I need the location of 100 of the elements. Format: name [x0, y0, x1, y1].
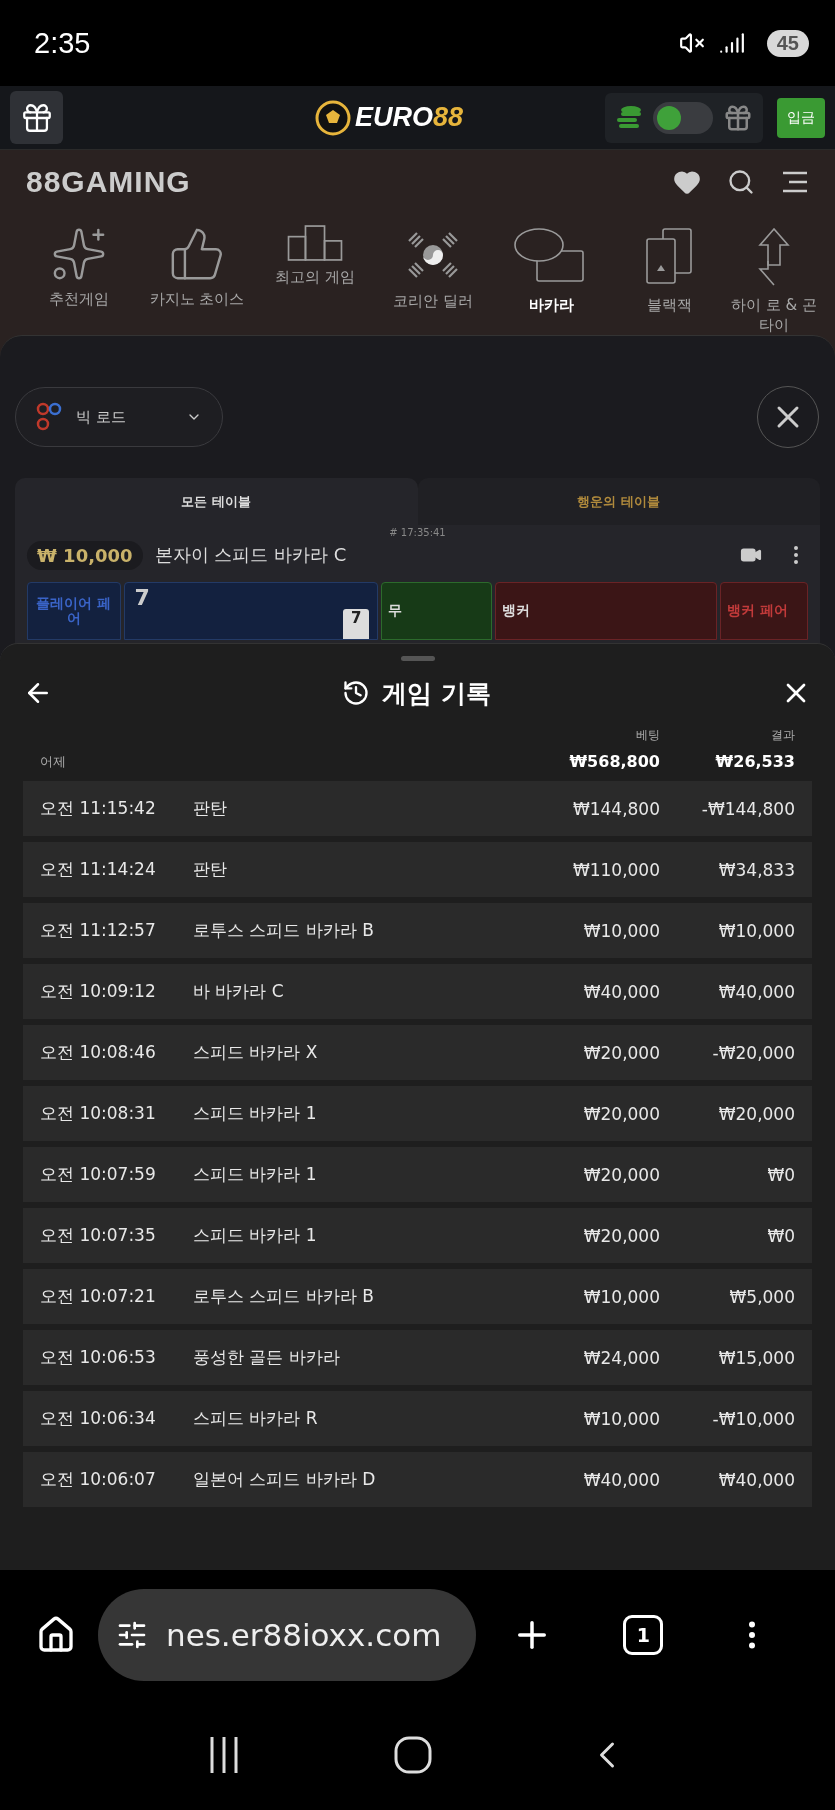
bet-amount: ₩10,000: [582, 920, 660, 941]
game-name: 스피드 바카라 1: [193, 1224, 318, 1247]
history-row[interactable]: 오전 10:06:53 풍성한 골든 바카라 ₩24,000 ₩15,000: [23, 1330, 812, 1385]
gift-button[interactable]: [10, 91, 63, 144]
game-name: 바 바카라 C: [193, 980, 285, 1003]
result-amount: -₩10,000: [711, 1408, 795, 1429]
time-text: 오전 11:15:42: [40, 797, 157, 820]
player-area[interactable]: 7 7: [123, 582, 379, 640]
bet-amount: ₩20,000: [582, 1225, 660, 1246]
history-row[interactable]: 오전 10:06:07 일본어 스피드 바카라 D ₩40,000 ₩40,000: [23, 1452, 812, 1507]
game-name: 스피드 바카라 X: [193, 1041, 319, 1064]
time-text: 오전 10:08:46: [40, 1041, 157, 1064]
coins-icon: [615, 104, 643, 131]
history-row[interactable]: 오전 10:08:31 스피드 바카라 1 ₩20,000 ₩20,000: [23, 1086, 812, 1141]
category-tab[interactable]: 하이 로 & 곤타이: [728, 294, 820, 335]
category-tab[interactable]: 최고의 게임: [275, 266, 355, 287]
logo-text: 88: [433, 102, 464, 133]
history-row[interactable]: 오전 11:12:57 로투스 스피드 바카라 B ₩10,000 ₩10,000: [23, 903, 812, 958]
game-name: 스피드 바카라 1: [193, 1163, 318, 1186]
address-bar[interactable]: nes.er88ioxx.com: [98, 1589, 476, 1681]
game-name: 풍성한 골든 바카라: [193, 1346, 341, 1369]
table-name: 본자이 스피드 바카라 C: [154, 543, 347, 567]
menu-icon[interactable]: [781, 170, 809, 195]
time-text: 오전 11:12:57: [40, 919, 157, 942]
playing-card: 7: [343, 609, 370, 639]
home-icon[interactable]: [394, 1736, 433, 1774]
result-amount: ₩0: [766, 1164, 795, 1185]
game-name: 판탄: [193, 797, 228, 820]
bet-amount: ₩144,800: [571, 798, 660, 819]
game-name: 로투스 스피드 바카라 B: [193, 919, 375, 942]
history-row[interactable]: 오전 11:15:42 판탄 ₩144,800 -₩144,800: [23, 781, 812, 836]
category-tab[interactable]: 바카라: [528, 294, 574, 315]
bet-amount: ₩20,000: [582, 1164, 660, 1185]
category-tab[interactable]: 블랙잭: [646, 294, 692, 315]
sheet-title: 게임 기록: [382, 677, 491, 710]
logo-text: EURO: [354, 102, 433, 133]
category-tab[interactable]: 추천게임: [49, 288, 109, 309]
game-name: 로투스 스피드 바카라 B: [193, 1285, 375, 1308]
rings-icon: [36, 401, 62, 433]
signal-icon: [718, 30, 745, 56]
day-label: 어제: [40, 753, 67, 771]
history-row[interactable]: 오전 11:14:24 판탄 ₩110,000 ₩34,833: [23, 842, 812, 897]
time-text: 오전 10:07:21: [40, 1285, 157, 1308]
drag-handle[interactable]: [400, 656, 435, 661]
result-amount: ₩40,000: [717, 1469, 795, 1490]
category-tab[interactable]: 코리안 딜러: [393, 290, 473, 311]
toggle-switch[interactable]: [653, 101, 713, 134]
game-name: 일본어 스피드 바카라 D: [193, 1468, 377, 1491]
result-amount: ₩0: [766, 1225, 795, 1246]
table-tab[interactable]: 모든 테이블: [15, 478, 418, 525]
round-id: # 17:35:41: [389, 527, 446, 538]
tab-count[interactable]: 1: [623, 1615, 664, 1655]
time-text: 오전 10:07:59: [40, 1163, 157, 1186]
gift-icon[interactable]: [723, 102, 753, 133]
bet-amount: ₩20,000: [582, 1103, 660, 1124]
brand-logo: 88GAMING: [26, 165, 191, 200]
history-row[interactable]: 오전 10:08:46 스피드 바카라 X ₩20,000 -₩20,000: [23, 1025, 812, 1080]
time-text: 오전 10:09:12: [40, 980, 157, 1003]
podium-icon: [287, 224, 343, 261]
history-row[interactable]: 오전 10:07:35 스피드 바카라 1 ₩20,000 ₩0: [23, 1208, 812, 1263]
min-bet: ₩ 10,000: [27, 540, 143, 570]
result-amount: ₩40,000: [717, 981, 795, 1002]
bet-tile[interactable]: 무: [381, 582, 492, 640]
bet-amount: ₩20,000: [582, 1042, 660, 1063]
history-row[interactable]: 오전 10:09:12 바 바카라 C ₩40,000 ₩40,000: [23, 964, 812, 1019]
bet-amount: ₩110,000: [571, 859, 660, 880]
bet-total: ₩568,800: [568, 752, 660, 771]
history-row[interactable]: 오전 10:07:59 스피드 바카라 1 ₩20,000 ₩0: [23, 1147, 812, 1202]
tune-icon[interactable]: [116, 1619, 148, 1651]
search-icon[interactable]: [727, 168, 755, 197]
result-amount: ₩20,000: [717, 1103, 795, 1124]
deposit-button[interactable]: 입금: [777, 97, 825, 138]
road-dropdown[interactable]: 빅 로드: [15, 387, 223, 447]
player-score: 7: [134, 585, 150, 612]
history-row[interactable]: 오전 10:06:34 스피드 바카라 R ₩10,000 -₩10,000: [23, 1391, 812, 1446]
heart-icon[interactable]: [673, 168, 701, 197]
time-text: 오전 10:07:35: [40, 1224, 157, 1247]
ball-icon: [314, 99, 351, 136]
clock-time: 2:35: [34, 26, 91, 60]
result-amount: ₩15,000: [717, 1347, 795, 1368]
time-text: 오전 10:06:07: [40, 1468, 157, 1491]
battery-level: 45: [766, 29, 809, 57]
home-icon[interactable]: [36, 1615, 76, 1655]
result-amount: ₩34,833: [717, 859, 795, 880]
mute-icon: [678, 30, 705, 56]
table-tab[interactable]: 행운의 테이블: [417, 478, 820, 525]
history-row[interactable]: 오전 10:07:21 로투스 스피드 바카라 B ₩10,000 ₩5,000: [23, 1269, 812, 1324]
result-amount: -₩20,000: [711, 1042, 795, 1063]
category-tab[interactable]: 카지노 초이스: [149, 288, 245, 309]
column-header: 결과: [770, 727, 795, 744]
bet-tile[interactable]: 뱅커: [494, 582, 718, 640]
bet-amount: ₩24,000: [582, 1347, 660, 1368]
time-text: 오전 11:14:24: [40, 858, 157, 881]
game-name: 스피드 바카라 R: [193, 1407, 319, 1430]
bet-amount: ₩40,000: [582, 981, 660, 1002]
result-total: ₩26,533: [714, 752, 795, 771]
history-icon: [342, 679, 371, 707]
time-text: 오전 10:06:53: [40, 1346, 157, 1369]
result-amount: ₩5,000: [728, 1286, 795, 1307]
column-header: 베팅: [635, 727, 660, 744]
